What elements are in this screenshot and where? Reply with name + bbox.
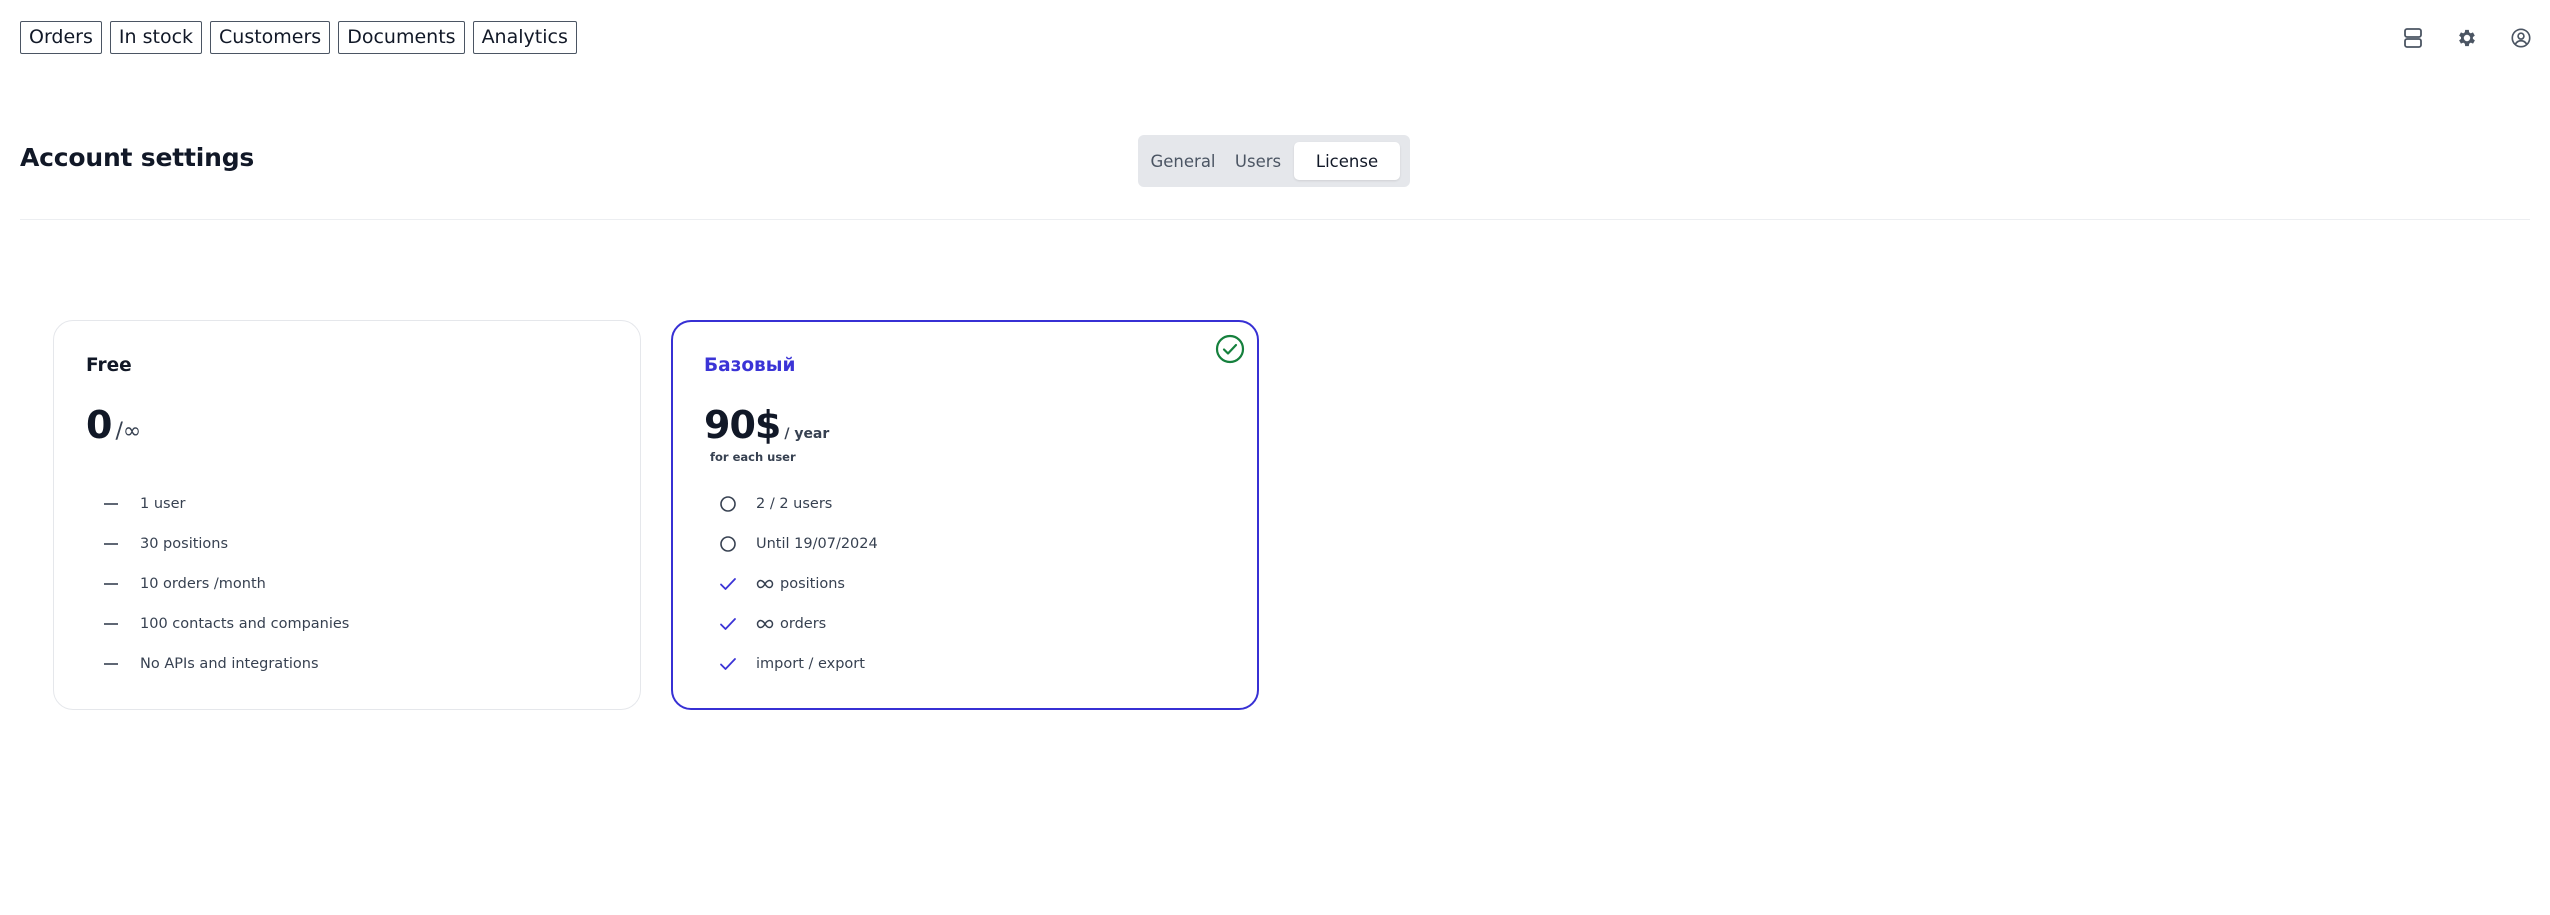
top-actions (2350, 23, 2550, 53)
plan-card-basic[interactable]: Базовый 90$ / year for each user 2 / 2 u… (671, 320, 1259, 710)
tab-users[interactable]: Users (1222, 142, 1294, 180)
list-item: Until 19/07/2024 (718, 524, 878, 564)
plan-price: 90$ / year (704, 403, 829, 447)
circle-icon (718, 534, 738, 554)
dash-icon (101, 574, 121, 594)
feature-list: 1 user 30 positions 10 orders /month 100… (101, 484, 349, 684)
nav-in-stock[interactable]: In stock (109, 21, 203, 54)
plan-name: Free (86, 355, 132, 376)
feature-text: Until 19/07/2024 (756, 536, 878, 552)
tab-general[interactable]: General (1144, 142, 1222, 180)
feature-text: 1 user (140, 496, 186, 512)
nav-orders[interactable]: Orders (20, 21, 102, 54)
list-item: No APIs and integrations (101, 644, 349, 684)
price-period: /∞ (115, 419, 142, 444)
feature-text: 10 orders /month (140, 576, 266, 592)
list-item: positions (718, 564, 878, 604)
user-circle-icon[interactable] (2506, 23, 2536, 53)
dash-icon (101, 534, 121, 554)
list-item: 100 contacts and companies (101, 604, 349, 644)
dash-icon (101, 614, 121, 634)
price-value: 0 (86, 403, 112, 447)
page-title: Account settings (20, 143, 255, 172)
price-note: for each user (710, 450, 796, 464)
plan-card-free[interactable]: Free 0 /∞ 1 user 30 positions 10 orders … (53, 320, 641, 710)
dash-icon (101, 654, 121, 674)
feature-text: orders (780, 616, 827, 632)
infinity-icon (756, 579, 774, 589)
nav-documents[interactable]: Documents (338, 21, 465, 54)
list-item: 2 / 2 users (718, 484, 878, 524)
infinity-icon (756, 619, 774, 629)
list-item: import / export (718, 644, 878, 684)
feature-text: No APIs and integrations (140, 656, 319, 672)
nav-analytics[interactable]: Analytics (472, 21, 577, 54)
list-item: 30 positions (101, 524, 349, 564)
price-value: 90$ (704, 403, 781, 447)
main-nav: Orders In stock Customers Documents Anal… (20, 21, 577, 54)
check-icon (718, 654, 738, 674)
check-circle-icon (1215, 334, 1245, 364)
settings-tabs: General Users License (1138, 135, 1410, 187)
header-divider (20, 219, 2530, 220)
feature-text: 30 positions (140, 536, 229, 552)
check-icon (718, 574, 738, 594)
layout-icon[interactable] (2398, 23, 2428, 53)
nav-customers[interactable]: Customers (210, 21, 331, 54)
feature-text: 2 / 2 users (756, 496, 833, 512)
list-item: 10 orders /month (101, 564, 349, 604)
plan-price: 0 /∞ (86, 403, 141, 447)
feature-text: positions (780, 576, 845, 592)
check-icon (718, 614, 738, 634)
feature-text: 100 contacts and companies (140, 616, 350, 632)
plan-name: Базовый (704, 355, 796, 376)
price-period: / year (784, 426, 830, 442)
feature-text: import / export (756, 656, 865, 672)
circle-icon (718, 494, 738, 514)
feature-list: 2 / 2 users Until 19/07/2024 positions o… (718, 484, 878, 684)
gear-icon[interactable] (2452, 23, 2482, 53)
dash-icon (101, 494, 121, 514)
list-item: 1 user (101, 484, 349, 524)
list-item: orders (718, 604, 878, 644)
tab-license[interactable]: License (1294, 142, 1400, 180)
